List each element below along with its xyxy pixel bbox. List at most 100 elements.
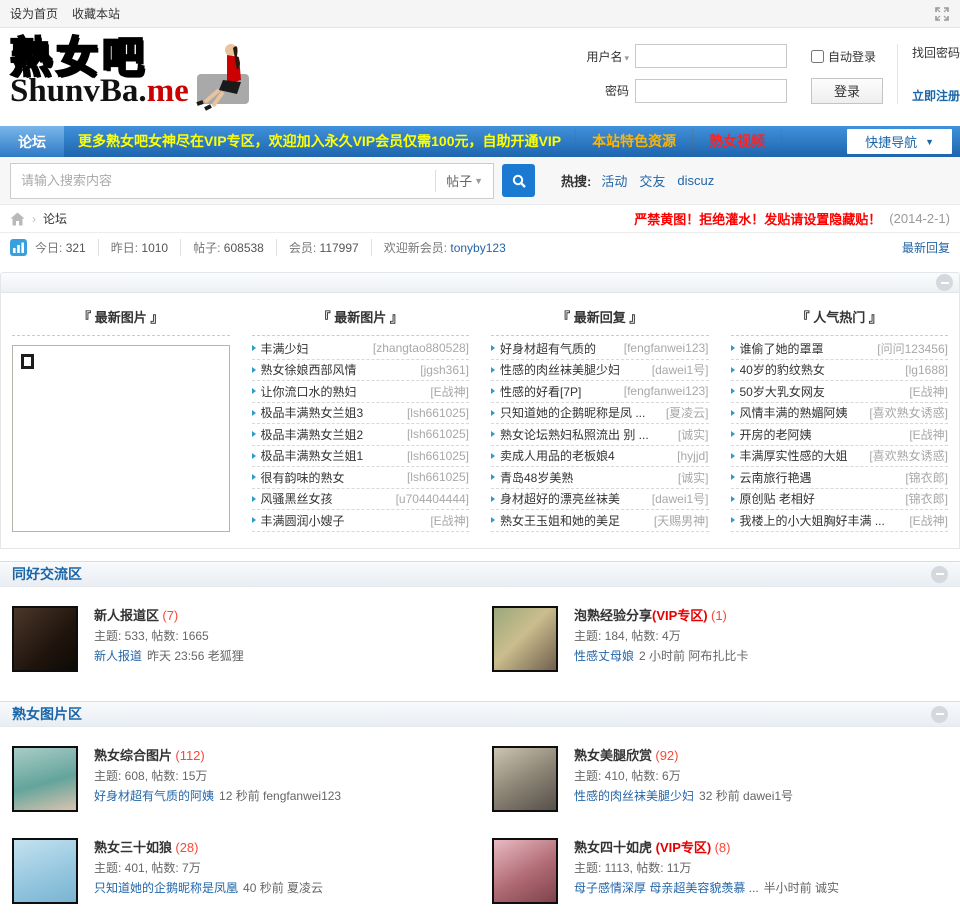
list-item[interactable]: 丰满圆润小嫂子 [E战神]: [251, 510, 469, 532]
home-icon[interactable]: [10, 212, 25, 226]
quick-nav-button[interactable]: 快捷导航 ▼: [847, 129, 952, 154]
hot-search: 热搜: 活动 交友 discuz: [561, 171, 726, 190]
list-item[interactable]: 丰满厚实性感的大姐 [喜欢熟女诱惑]: [730, 446, 948, 467]
section-title[interactable]: 熟女图片区: [12, 704, 82, 724]
main-nav: 论坛 更多熟女吧女神尽在VIP专区，欢迎加入永久VIP会员仅需100元，自助开通…: [0, 126, 960, 157]
login-button[interactable]: 登录: [810, 77, 883, 104]
list-item[interactable]: 极品丰满熟女兰姐1 [lsh661025]: [251, 446, 469, 467]
list-item[interactable]: 青岛48岁美熟 [诚实]: [491, 467, 709, 489]
list-item[interactable]: 原创贴 老相好 [锦衣郎]: [730, 489, 948, 510]
forum-title-link[interactable]: 熟女美腿欣赏: [574, 748, 652, 763]
collapse-button[interactable]: [931, 565, 948, 583]
list-item[interactable]: 开房的老阿姨 [E战神]: [730, 424, 948, 446]
list-item[interactable]: 风骚黑丝女孩 [u704404444]: [251, 489, 469, 510]
username-dropdown-caret[interactable]: ▾: [624, 53, 629, 63]
list-item[interactable]: 好身材超有气质的 [fengfanwei123]: [491, 338, 709, 360]
last-post-link[interactable]: 好身材超有气质的阿姨: [94, 789, 214, 803]
forum-title-link[interactable]: 泡熟经验分享: [574, 608, 652, 623]
forum-title-link[interactable]: 熟女综合图片: [94, 748, 172, 763]
list-item[interactable]: 40岁的豹纹熟女 [lg1688]: [730, 360, 948, 381]
logo-domain: ShunvBa.me: [10, 74, 189, 108]
list-item[interactable]: 让你流口水的熟妇 [E战神]: [251, 381, 469, 403]
arrow-right-icon: [491, 452, 495, 459]
list-item[interactable]: 云南旅行艳遇 [锦衣郎]: [730, 467, 948, 489]
password-input[interactable]: [634, 78, 787, 103]
quick-nav-label: 快捷导航: [865, 135, 918, 150]
list-item[interactable]: 我楼上的小大姐胸好丰满 ... [E战神]: [730, 510, 948, 532]
tab-forum[interactable]: 论坛: [0, 126, 64, 157]
vip-notice-link[interactable]: 更多熟女吧女神尽在VIP专区，欢迎加入永久VIP会员仅需100元，自助开通VIP: [64, 126, 575, 157]
search-input[interactable]: [11, 173, 436, 188]
list-item[interactable]: 极品丰满熟女兰姐3 [lsh661025]: [251, 403, 469, 424]
auto-login-checkbox[interactable]: [810, 49, 824, 63]
featured-resources-link[interactable]: 本站特色资源: [576, 126, 692, 157]
arrow-right-icon: [491, 409, 495, 416]
breadcrumb-forum-link[interactable]: 论坛: [43, 210, 67, 227]
forum-stats: 主题: 1113, 帖数: 11万: [574, 861, 692, 875]
list-item[interactable]: 熟女论坛熟妇私照流出 别 ... [诚实]: [491, 424, 709, 446]
stat-yesterday: 昨日: 1010: [97, 239, 180, 256]
arrow-right-icon: [730, 409, 735, 416]
set-homepage-link[interactable]: 设为首页: [10, 5, 58, 22]
forum-thumbnail[interactable]: [492, 606, 558, 672]
forum-today-count: (28): [175, 840, 199, 855]
list-item[interactable]: 性感的好看[7P] [fengfanwei123]: [491, 381, 709, 403]
forum-title-link[interactable]: 熟女四十如虎: [574, 840, 656, 855]
list-item[interactable]: 熟女王玉姐和她的美足 [天赐男神]: [491, 510, 709, 532]
list-item[interactable]: 50岁大乳女网友 [E战神]: [730, 381, 948, 403]
forum-stats: 主题: 401, 帖数: 7万: [94, 861, 201, 875]
username-input[interactable]: [634, 44, 787, 69]
video-link[interactable]: 熟女视频: [693, 126, 781, 157]
list-item[interactable]: 极品丰满熟女兰姐2 [lsh661025]: [251, 424, 469, 446]
forum-last-post: 性感丈母娘 2 小时前 阿布扎比卡: [574, 646, 748, 666]
arrow-right-icon: [251, 517, 256, 524]
forum-thumbnail[interactable]: [12, 838, 78, 904]
list-item[interactable]: 熟女徐娘西部风情 [jgsh361]: [251, 360, 469, 381]
forum-today-count: (112): [175, 748, 205, 763]
search-scope-select[interactable]: 帖子 ▼: [435, 169, 493, 192]
list-item[interactable]: 风情丰满的熟媚阿姨 [喜欢熟女诱惑]: [730, 403, 948, 424]
search-button[interactable]: [502, 164, 535, 197]
hot-link-friends[interactable]: 交友: [639, 171, 665, 190]
forum-title-link[interactable]: 熟女三十如狼: [94, 840, 172, 855]
arrow-right-icon: [491, 345, 495, 352]
hot-link-discuz[interactable]: discuz: [677, 173, 714, 188]
forum-title-link[interactable]: 新人报道区: [94, 608, 159, 623]
arrow-right-icon: [251, 409, 256, 416]
forum-thumbnail[interactable]: [492, 746, 558, 812]
latest-reply-link[interactable]: 最新回复: [902, 239, 950, 256]
arrow-right-icon: [251, 431, 256, 438]
section-title[interactable]: 同好交流区: [12, 564, 82, 584]
forum-thumbnail[interactable]: [12, 746, 78, 812]
last-post-link[interactable]: 母子感情深厚 母亲超美容貌羡慕 ...: [574, 881, 759, 895]
list-item[interactable]: 卖成人用品的老板娘4 [hyjjd]: [491, 446, 709, 467]
forgot-password-link[interactable]: 找回密码: [912, 44, 960, 61]
last-post-link[interactable]: 性感的肉丝袜美腿少妇: [574, 789, 694, 803]
forum-stats: 主题: 410, 帖数: 6万: [574, 769, 681, 783]
list-item[interactable]: 谁偷了她的罩罩 [问问123456]: [730, 338, 948, 360]
collapse-button[interactable]: [931, 705, 948, 723]
list-item[interactable]: 性感的肉丝袜美腿少妇 [dawei1号]: [491, 360, 709, 381]
list-item[interactable]: 丰满少妇 [zhangtao880528]: [251, 338, 469, 360]
register-link[interactable]: 立即注册: [912, 87, 960, 104]
bookmark-link[interactable]: 收藏本站: [72, 5, 120, 22]
logo-girl-illustration: [196, 44, 249, 111]
fullscreen-icon[interactable]: [934, 6, 950, 22]
arrow-right-icon: [730, 366, 735, 373]
last-post-link[interactable]: 新人报道: [94, 649, 142, 663]
last-post-link[interactable]: 只知道她的企鹅昵称是凤凰: [94, 881, 238, 895]
arrow-right-icon: [251, 366, 256, 373]
arrow-right-icon: [491, 431, 495, 438]
newest-member-link[interactable]: tonyby123: [450, 241, 505, 255]
list-item[interactable]: 身材超好的漂亮丝袜美 [dawei1号]: [491, 489, 709, 510]
nav-divider: [781, 130, 783, 153]
latest-image-placeholder[interactable]: [12, 345, 230, 532]
collapse-button[interactable]: [936, 274, 953, 291]
hot-link-activity[interactable]: 活动: [601, 171, 627, 190]
list-item[interactable]: 只知道她的企鹅昵称是凤 ... [夏凌云]: [491, 403, 709, 424]
last-post-link[interactable]: 性感丈母娘: [574, 649, 634, 663]
column-latest-images: 『 最新图片 』 丰满少妇 [zhangtao880528] 熟女徐娘西部风情 [j…: [241, 297, 481, 532]
forum-thumbnail[interactable]: [492, 838, 558, 904]
list-item[interactable]: 很有韵味的熟女 [lsh661025]: [251, 467, 469, 489]
forum-thumbnail[interactable]: [12, 606, 78, 672]
